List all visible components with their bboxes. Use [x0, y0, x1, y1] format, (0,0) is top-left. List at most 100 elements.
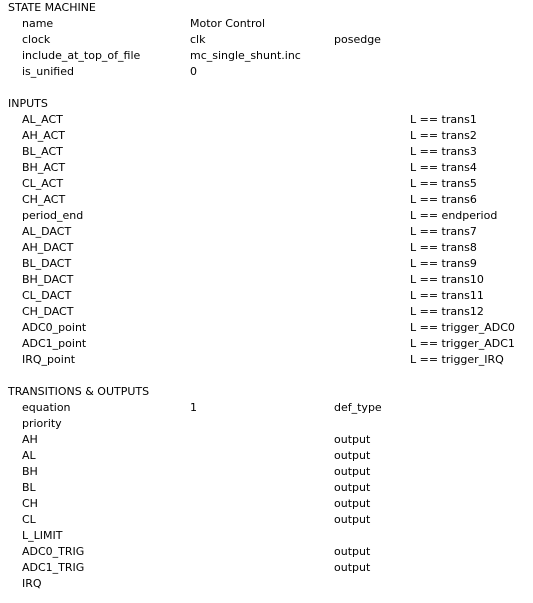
property-type: output	[334, 561, 371, 574]
property-condition: L == trans1	[410, 113, 477, 126]
property-row[interactable]: is_unified 0	[0, 64, 533, 80]
property-row[interactable]: ADC1_point L == trigger_ADC1	[0, 336, 533, 352]
section-transitions-outputs: TRANSITIONS & OUTPUTS equation 1 def_typepr…	[0, 384, 533, 592]
property-row[interactable]: BL_ACT L == trans3	[0, 144, 533, 160]
property-row[interactable]: AH output	[0, 432, 533, 448]
property-name: equation	[22, 401, 71, 414]
property-value: mc_single_shunt.inc	[190, 49, 301, 62]
property-name: AH_ACT	[22, 129, 66, 142]
property-type: posedge	[334, 33, 381, 46]
property-name: ADC0_TRIG	[22, 545, 85, 558]
property-row[interactable]: CH_ACT L == trans6	[0, 192, 533, 208]
property-name: AH	[22, 433, 38, 446]
section-header-state-machine: STATE MACHINE	[8, 1, 96, 14]
property-name: include_at_top_of_file	[22, 49, 141, 62]
property-row[interactable]: AL_DACT L == trans7	[0, 224, 533, 240]
property-row[interactable]: BH_DACT L == trans10	[0, 272, 533, 288]
property-condition: L == trigger_ADC0	[410, 321, 515, 334]
property-row[interactable]: AL output	[0, 448, 533, 464]
property-row[interactable]: L_LIMIT	[0, 528, 533, 544]
property-row[interactable]: ADC1_TRIG output	[0, 560, 533, 576]
property-condition: L == trans7	[410, 225, 477, 238]
property-condition: L == trans2	[410, 129, 477, 142]
property-row[interactable]: BH output	[0, 464, 533, 480]
property-condition: L == trans9	[410, 257, 477, 270]
state-machine-definition-sheet: STATE MACHINE name Motor Control clock clk po…	[0, 0, 533, 603]
property-row[interactable]: CH_DACT L == trans12	[0, 304, 533, 320]
property-name: AL_ACT	[22, 113, 63, 126]
property-type: output	[334, 449, 371, 462]
property-row[interactable]: CL output	[0, 512, 533, 528]
property-name: CL_DACT	[22, 289, 72, 302]
property-name: AL_DACT	[22, 225, 72, 238]
property-value: 1	[190, 401, 197, 414]
property-row[interactable]: clock clk posedge	[0, 32, 533, 48]
property-type: output	[334, 497, 371, 510]
property-condition: L == trans4	[410, 161, 477, 174]
property-row[interactable]: include_at_top_of_file mc_single_shunt.in…	[0, 48, 533, 64]
section-header-inputs: INPUTS	[8, 97, 48, 110]
property-type: output	[334, 481, 371, 494]
property-row[interactable]: AH_ACT L == trans2	[0, 128, 533, 144]
property-name: name	[22, 17, 54, 30]
property-name: IRQ	[22, 577, 42, 590]
property-condition: L == trans12	[410, 305, 484, 318]
property-row[interactable]: CL_DACT L == trans11	[0, 288, 533, 304]
property-value: 0	[190, 65, 197, 78]
property-name: BL_DACT	[22, 257, 72, 270]
property-row[interactable]: name Motor Control	[0, 16, 533, 32]
property-row[interactable]: BH_ACT L == trans4	[0, 160, 533, 176]
property-name: CL	[22, 513, 36, 526]
property-type: def_type	[334, 401, 382, 414]
property-row[interactable]: IRQ_point L == trigger_IRQ	[0, 352, 533, 368]
section-header-transitions-outputs: TRANSITIONS & OUTPUTS	[8, 385, 150, 398]
property-condition: L == trans6	[410, 193, 477, 206]
property-name: BH	[22, 465, 38, 478]
property-row[interactable]: BL_DACT L == trans9	[0, 256, 533, 272]
property-row[interactable]: AH_DACT L == trans8	[0, 240, 533, 256]
section-state-machine: STATE MACHINE name Motor Control clock clk po…	[0, 0, 533, 80]
property-name: BL_ACT	[22, 145, 63, 158]
property-name: CH	[22, 497, 38, 510]
property-row[interactable]: IRQ	[0, 576, 533, 592]
property-condition: L == trans3	[410, 145, 477, 158]
property-name: CL_ACT	[22, 177, 64, 190]
property-row[interactable]: CL_ACT L == trans5	[0, 176, 533, 192]
property-name: AL	[22, 449, 36, 462]
property-name: ADC1_TRIG	[22, 561, 85, 574]
property-type: output	[334, 433, 371, 446]
property-name: CH_DACT	[22, 305, 74, 318]
property-name: BL	[22, 481, 36, 494]
property-name: BH_DACT	[22, 273, 74, 286]
property-row[interactable]: AL_ACT L == trans1	[0, 112, 533, 128]
property-name: AH_DACT	[22, 241, 74, 254]
property-condition: L == trans11	[410, 289, 484, 302]
property-condition: L == trans8	[410, 241, 477, 254]
property-row[interactable]: BL output	[0, 480, 533, 496]
property-row[interactable]: period_end L == endperiod	[0, 208, 533, 224]
property-row[interactable]: CH output	[0, 496, 533, 512]
sections-container: STATE MACHINE name Motor Control clock clk po…	[0, 0, 533, 592]
property-condition: L == trans5	[410, 177, 477, 190]
property-type: output	[334, 545, 371, 558]
property-condition: L == endperiod	[410, 209, 498, 222]
property-name: BH_ACT	[22, 161, 66, 174]
property-name: priority	[22, 417, 62, 430]
property-value: Motor Control	[190, 17, 266, 30]
property-name: clock	[22, 33, 51, 46]
section-inputs: INPUTS AL_ACT L == trans1 AH_ACT L == trans2…	[0, 96, 533, 368]
property-row[interactable]: ADC0_point L == trigger_ADC0	[0, 320, 533, 336]
property-condition: L == trigger_IRQ	[410, 353, 504, 366]
property-condition: L == trigger_ADC1	[410, 337, 515, 350]
property-row[interactable]: ADC0_TRIG output	[0, 544, 533, 560]
property-name: CH_ACT	[22, 193, 66, 206]
property-name: is_unified	[22, 65, 74, 78]
property-name: L_LIMIT	[22, 529, 63, 542]
property-row[interactable]: priority	[0, 416, 533, 432]
property-name: period_end	[22, 209, 84, 222]
property-name: ADC0_point	[22, 321, 87, 334]
property-condition: L == trans10	[410, 273, 484, 286]
property-value: clk	[190, 33, 206, 46]
property-type: output	[334, 465, 371, 478]
property-row[interactable]: equation 1 def_type	[0, 400, 533, 416]
